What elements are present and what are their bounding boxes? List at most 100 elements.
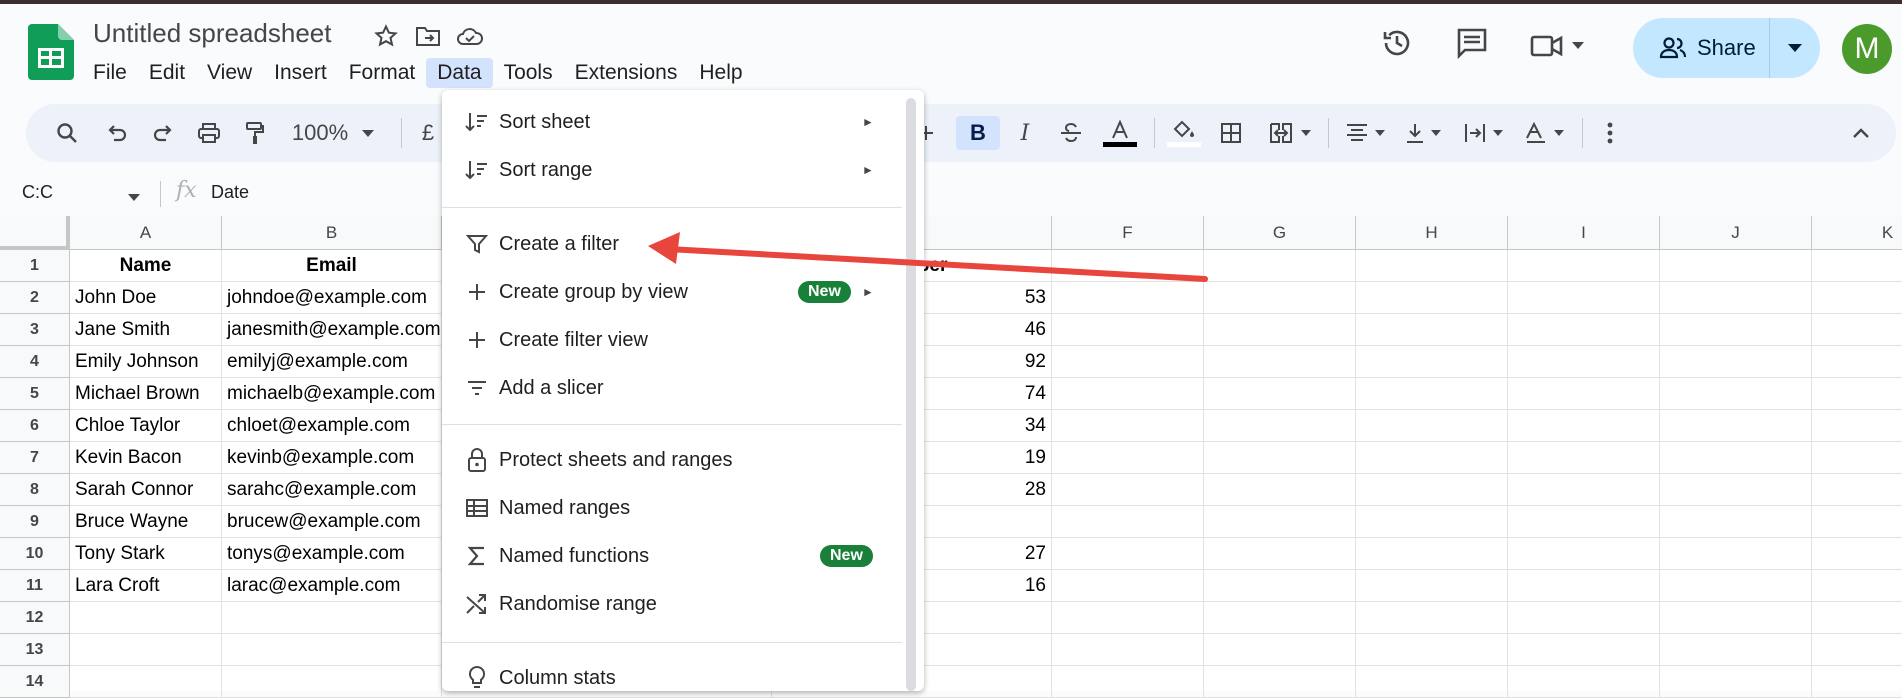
- grid-cell[interactable]: [1660, 282, 1812, 314]
- grid-cell[interactable]: [1052, 346, 1204, 378]
- cloud-saved-icon[interactable]: [456, 22, 484, 50]
- more-options-icon[interactable]: [1598, 116, 1622, 150]
- grid-cell[interactable]: [1812, 666, 1902, 698]
- star-icon[interactable]: [372, 22, 400, 50]
- name-box[interactable]: C:C: [22, 182, 53, 203]
- column-header-h[interactable]: H: [1356, 216, 1508, 250]
- grid-cell[interactable]: [1508, 346, 1660, 378]
- row-header[interactable]: 3: [0, 314, 70, 346]
- grid-cell[interactable]: [1660, 634, 1812, 666]
- version-history-icon[interactable]: [1380, 26, 1414, 65]
- grid-cell[interactable]: sarahc@example.com: [222, 474, 442, 506]
- text-color-icon[interactable]: [1102, 116, 1138, 150]
- menu-edit[interactable]: Edit: [138, 58, 196, 88]
- print-icon[interactable]: [194, 116, 224, 150]
- grid-cell[interactable]: [222, 666, 442, 698]
- menu-item-sort-sheet[interactable]: Sort sheet ►: [442, 100, 902, 144]
- grid-cell[interactable]: [1052, 666, 1204, 698]
- grid-cell[interactable]: Michael Brown: [70, 378, 222, 410]
- avatar[interactable]: M: [1842, 24, 1892, 74]
- column-header-j[interactable]: J: [1660, 216, 1812, 250]
- grid-cell[interactable]: [1204, 378, 1356, 410]
- text-rotation-icon[interactable]: [1516, 116, 1572, 150]
- row-header[interactable]: 1: [0, 250, 70, 282]
- grid-cell[interactable]: [1052, 474, 1204, 506]
- grid-cell[interactable]: [1812, 570, 1902, 602]
- chevron-down-icon[interactable]: [128, 188, 140, 206]
- menu-item-named-ranges[interactable]: Named ranges: [442, 486, 902, 530]
- zoom-select[interactable]: 100%: [288, 116, 378, 150]
- undo-icon[interactable]: [102, 116, 132, 150]
- grid-cell[interactable]: [1660, 666, 1812, 698]
- grid-cell[interactable]: [1204, 410, 1356, 442]
- row-header[interactable]: 6: [0, 410, 70, 442]
- grid-cell[interactable]: [70, 666, 222, 698]
- menu-item-add-slicer[interactable]: Add a slicer: [442, 366, 902, 410]
- menu-item-create-group-by-view[interactable]: Create group by view New ►: [442, 270, 902, 314]
- column-header-f[interactable]: F: [1052, 216, 1204, 250]
- grid-cell[interactable]: [1812, 314, 1902, 346]
- row-header[interactable]: 10: [0, 538, 70, 570]
- column-header-k[interactable]: K: [1812, 216, 1902, 250]
- grid-cell[interactable]: Chloe Taylor: [70, 410, 222, 442]
- grid-cell[interactable]: [1204, 570, 1356, 602]
- grid-cell[interactable]: [1052, 570, 1204, 602]
- paint-format-icon[interactable]: [240, 116, 270, 150]
- grid-cell[interactable]: [1204, 250, 1356, 282]
- grid-cell[interactable]: tonys@example.com: [222, 538, 442, 570]
- column-header-g[interactable]: G: [1204, 216, 1356, 250]
- share-options-button[interactable]: [1770, 44, 1820, 52]
- menu-extensions[interactable]: Extensions: [564, 58, 689, 88]
- grid-cell[interactable]: johndoe@example.com: [222, 282, 442, 314]
- grid-cell[interactable]: [1812, 506, 1902, 538]
- grid-cell[interactable]: [1508, 570, 1660, 602]
- grid-cell[interactable]: Kevin Bacon: [70, 442, 222, 474]
- grid-cell[interactable]: [222, 634, 442, 666]
- grid-cell[interactable]: [1660, 474, 1812, 506]
- grid-cell[interactable]: Email: [222, 250, 442, 282]
- grid-cell[interactable]: [70, 634, 222, 666]
- bold-button[interactable]: B: [956, 116, 1000, 150]
- collapse-toolbar-icon[interactable]: [1846, 116, 1876, 150]
- grid-cell[interactable]: [1356, 442, 1508, 474]
- borders-icon[interactable]: [1216, 116, 1246, 150]
- grid-cell[interactable]: [1508, 378, 1660, 410]
- grid-cell[interactable]: [1204, 346, 1356, 378]
- row-header[interactable]: 5: [0, 378, 70, 410]
- grid-cell[interactable]: [1356, 378, 1508, 410]
- grid-cell[interactable]: [1052, 314, 1204, 346]
- sheets-logo-icon[interactable]: [28, 24, 74, 80]
- grid-cell[interactable]: [1052, 634, 1204, 666]
- meet-icon[interactable]: [1530, 32, 1584, 60]
- grid-cell[interactable]: janesmith@example.com: [222, 314, 442, 346]
- grid-cell[interactable]: [1356, 314, 1508, 346]
- italic-button[interactable]: I: [1010, 116, 1040, 150]
- grid-cell[interactable]: [1812, 602, 1902, 634]
- grid-cell[interactable]: [1508, 474, 1660, 506]
- grid-cell[interactable]: [1508, 506, 1660, 538]
- grid-cell[interactable]: [1660, 314, 1812, 346]
- grid-cell[interactable]: [1052, 602, 1204, 634]
- row-header[interactable]: 11: [0, 570, 70, 602]
- grid-cell[interactable]: [1508, 634, 1660, 666]
- grid-cell[interactable]: [1356, 506, 1508, 538]
- grid-cell[interactable]: [1356, 634, 1508, 666]
- menu-help[interactable]: Help: [688, 58, 753, 88]
- document-title[interactable]: Untitled spreadsheet: [93, 18, 331, 49]
- grid-cell[interactable]: [1660, 538, 1812, 570]
- text-wrapping-icon[interactable]: [1456, 116, 1510, 150]
- search-menus-icon[interactable]: [52, 116, 82, 150]
- grid-cell[interactable]: [1204, 314, 1356, 346]
- grid-cell[interactable]: [1204, 474, 1356, 506]
- grid-cell[interactable]: Emily Johnson: [70, 346, 222, 378]
- menu-item-create-filter[interactable]: Create a filter: [442, 222, 902, 266]
- select-all-corner[interactable]: [0, 216, 70, 250]
- vertical-align-icon[interactable]: [1398, 116, 1448, 150]
- grid-cell[interactable]: [1052, 506, 1204, 538]
- menu-item-sort-range[interactable]: Sort range ►: [442, 148, 902, 192]
- grid-cell[interactable]: [1356, 666, 1508, 698]
- grid-cell[interactable]: Jane Smith: [70, 314, 222, 346]
- menu-insert[interactable]: Insert: [263, 58, 338, 88]
- grid-cell[interactable]: Tony Stark: [70, 538, 222, 570]
- grid-cell[interactable]: [1508, 538, 1660, 570]
